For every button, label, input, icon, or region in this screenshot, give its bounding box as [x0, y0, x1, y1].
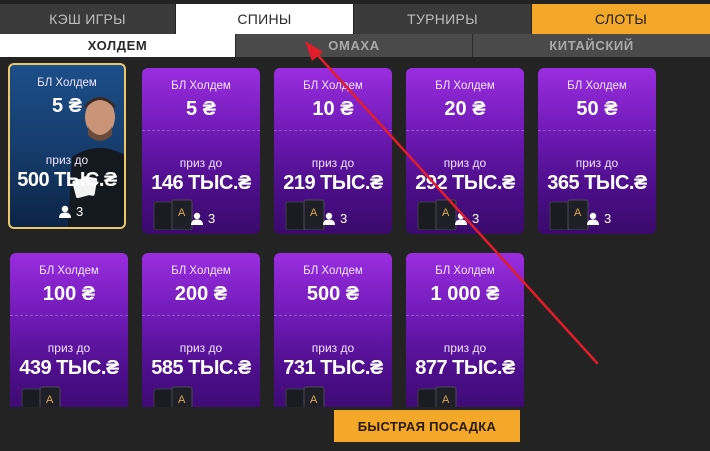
card-prize: 585 ТЫС.₴	[151, 357, 251, 379]
card-game-type: БЛ Холдем	[171, 265, 231, 277]
top-tab-bar: КЭШ ИГРЫ СПИНЫ ТУРНИРЫ СЛОТЫ	[0, 4, 710, 34]
tab-cash-games[interactable]: КЭШ ИГРЫ	[0, 4, 176, 34]
card-stake: 10 ₴	[312, 98, 354, 120]
card-stake: 5 ₴	[185, 98, 217, 120]
card-game-type: БЛ Холдем	[567, 80, 627, 92]
spin-card[interactable]: БЛ Холдем 200 ₴ приз до 585 ТЫС.₴ A	[142, 253, 260, 407]
playing-cards-icon: A	[21, 386, 61, 407]
user-icon	[59, 205, 71, 218]
svg-text:A: A	[310, 207, 318, 219]
svg-text:A: A	[310, 394, 318, 406]
player-count-value: 3	[472, 211, 480, 226]
card-prize-label: приз до	[179, 341, 223, 355]
card-stake: 200 ₴	[174, 283, 228, 305]
card-stake: 20 ₴	[444, 98, 486, 120]
player-count: 3	[190, 211, 215, 226]
player-count: 3	[322, 211, 347, 226]
card-prize: 365 ТЫС.₴	[547, 172, 647, 194]
card-prize: 731 ТЫС.₴	[283, 357, 383, 379]
svg-text:A: A	[442, 207, 450, 219]
card-divider	[538, 130, 656, 131]
card-prize-label: приз до	[443, 341, 487, 355]
svg-text:A: A	[178, 394, 186, 406]
card-stake: 100 ₴	[42, 283, 96, 305]
spin-card[interactable]: БЛ Холдем 5 ₴ приз до 500 ТЫС.₴ 3	[8, 63, 126, 229]
card-prize: 146 ТЫС.₴	[151, 172, 251, 194]
player-count-value: 3	[208, 211, 216, 226]
card-divider	[406, 315, 524, 316]
card-prize-label: приз до	[311, 156, 355, 170]
sub-tab-bar: ХОЛДЕМ ОМАХА КИТАЙСКИЙ	[0, 34, 710, 57]
user-icon	[191, 212, 203, 225]
tab-slots[interactable]: СЛОТЫ	[532, 4, 710, 34]
card-game-type: БЛ Холдем	[39, 265, 99, 277]
card-game-type: БЛ Холдем	[171, 80, 231, 92]
spin-card-grid: БЛ Холдем 5 ₴ приз до 500 ТЫС.₴ 3 БЛ Хол…	[0, 57, 710, 407]
svg-text:A: A	[574, 207, 582, 219]
card-prize-label: приз до	[45, 153, 89, 167]
bottom-bar: БЫСТРАЯ ПОСАДКА	[0, 407, 710, 451]
tab-spins[interactable]: СПИНЫ	[176, 4, 354, 34]
card-divider	[142, 130, 260, 131]
svg-text:A: A	[442, 394, 450, 406]
card-stake: 5 ₴	[51, 95, 83, 117]
player-count-value: 3	[340, 211, 348, 226]
player-count-value: 3	[76, 204, 84, 219]
app-root: КЭШ ИГРЫ СПИНЫ ТУРНИРЫ СЛОТЫ ХОЛДЕМ ОМАХ…	[0, 0, 710, 451]
card-divider	[142, 315, 260, 316]
card-stake: 50 ₴	[576, 98, 618, 120]
card-stake: 1 000 ₴	[430, 283, 500, 305]
spin-card[interactable]: БЛ Холдем 50 ₴ приз до 365 ТЫС.₴ A 3	[538, 68, 656, 234]
card-game-type: БЛ Холдем	[303, 80, 363, 92]
spin-card[interactable]: БЛ Холдем 5 ₴ приз до 146 ТЫС.₴ A 3	[142, 68, 260, 234]
card-divider	[274, 130, 392, 131]
user-icon	[323, 212, 335, 225]
card-prize-label: приз до	[575, 156, 619, 170]
card-game-type: БЛ Холдем	[435, 80, 495, 92]
card-stake: 500 ₴	[306, 283, 360, 305]
playing-cards-icon: A	[153, 386, 193, 407]
card-prize: 219 ТЫС.₴	[283, 172, 383, 194]
player-count: 3	[586, 211, 611, 226]
spin-card[interactable]: БЛ Холдем 20 ₴ приз до 292 ТЫС.₴ A 3	[406, 68, 524, 234]
card-game-type: БЛ Холдем	[435, 265, 495, 277]
card-prize-label: приз до	[47, 341, 91, 355]
subtab-holdem[interactable]: ХОЛДЕМ	[0, 34, 236, 57]
subtab-chinese[interactable]: КИТАЙСКИЙ	[473, 34, 710, 57]
player-count-value: 3	[604, 211, 612, 226]
card-game-type: БЛ Холдем	[303, 265, 363, 277]
user-icon	[455, 212, 467, 225]
player-count: 3	[58, 204, 83, 219]
playing-cards-icon: A	[417, 386, 457, 407]
spin-card[interactable]: БЛ Холдем 500 ₴ приз до 731 ТЫС.₴ A	[274, 253, 392, 407]
card-divider	[274, 315, 392, 316]
spin-card[interactable]: БЛ Холдем 10 ₴ приз до 219 ТЫС.₴ A 3	[274, 68, 392, 234]
card-divider	[406, 130, 524, 131]
card-prize-label: приз до	[311, 341, 355, 355]
player-count: 3	[454, 211, 479, 226]
card-prize: 439 ТЫС.₴	[19, 357, 119, 379]
svg-text:A: A	[178, 207, 186, 219]
tab-tournaments[interactable]: ТУРНИРЫ	[354, 4, 532, 34]
spin-card[interactable]: БЛ Холдем 100 ₴ приз до 439 ТЫС.₴ A	[10, 253, 128, 407]
spin-card[interactable]: БЛ Холдем 1 000 ₴ приз до 877 ТЫС.₴ A	[406, 253, 524, 407]
card-prize: 292 ТЫС.₴	[415, 172, 515, 194]
card-prize-label: приз до	[443, 156, 487, 170]
quick-seat-button[interactable]: БЫСТРАЯ ПОСАДКА	[334, 410, 520, 442]
svg-text:A: A	[46, 394, 54, 406]
playing-cards-icon: A	[285, 386, 325, 407]
card-divider	[10, 315, 128, 316]
card-prize-label: приз до	[179, 156, 223, 170]
card-prize: 877 ТЫС.₴	[415, 357, 515, 379]
user-icon	[587, 212, 599, 225]
card-game-type: БЛ Холдем	[37, 77, 97, 89]
card-prize: 500 ТЫС.₴	[17, 169, 117, 191]
subtab-omaha[interactable]: ОМАХА	[236, 34, 473, 57]
